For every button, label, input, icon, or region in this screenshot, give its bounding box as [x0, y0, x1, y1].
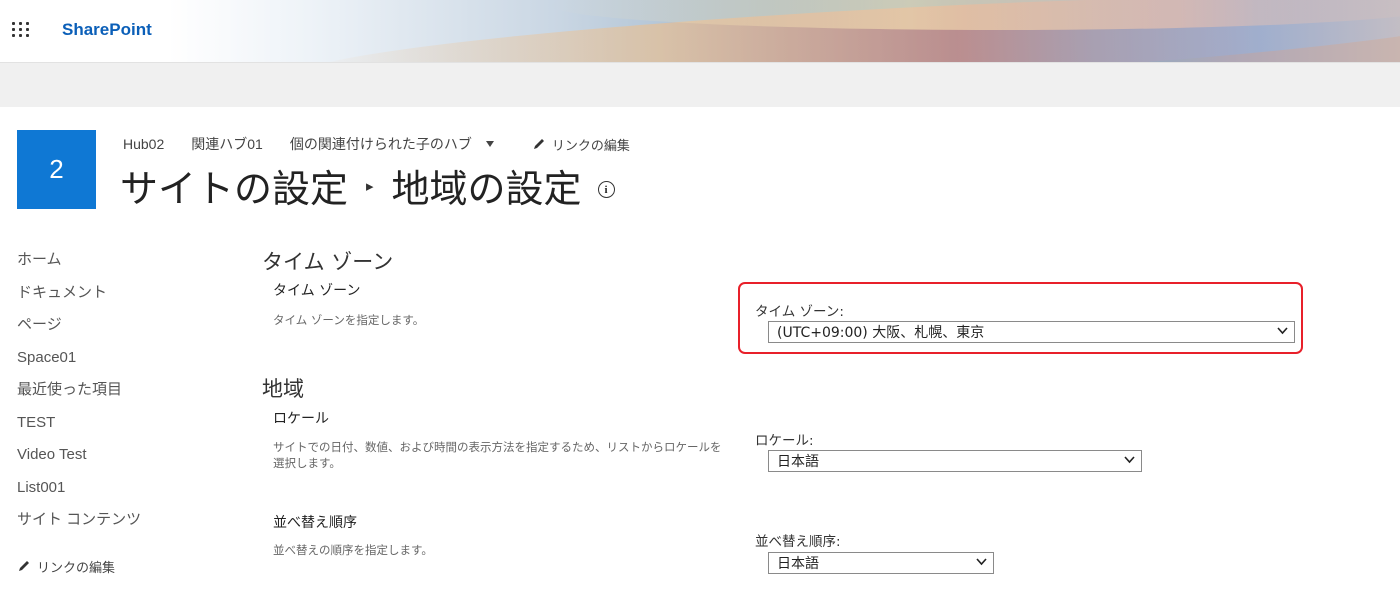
quick-launch: ホーム ドキュメント ページ Space01 最近使った項目 TEST Vide…: [17, 252, 217, 576]
hub-navigation: Hub02 関連ハブ01 個の関連付けられた子のハブ リンクの編集: [123, 134, 630, 154]
label-sort-order: 並べ替え順序:: [755, 534, 841, 550]
info-icon[interactable]: i: [597, 181, 615, 198]
leftnav-item-recent[interactable]: 最近使った項目: [17, 382, 217, 415]
leftnav-item-space01[interactable]: Space01: [17, 349, 217, 383]
field-title-sort-order: 並べ替え順序: [273, 515, 357, 531]
leftnav-item-list001[interactable]: List001: [17, 479, 217, 513]
leftnav-item-pages[interactable]: ページ: [17, 317, 217, 350]
chevron-down-icon: [976, 558, 987, 566]
app-name-link[interactable]: SharePoint: [62, 20, 152, 40]
breadcrumb-separator-icon: ▸: [366, 176, 374, 195]
leftnav-item-video-test[interactable]: Video Test: [17, 447, 217, 480]
chevron-down-icon: [1277, 327, 1288, 335]
section-heading-region: 地域: [262, 377, 304, 401]
sort-order-select[interactable]: 日本語: [768, 552, 994, 574]
breadcrumb-current: 地域の設定: [391, 167, 582, 211]
timezone-select[interactable]: (UTC+09:00) 大阪、札幌、東京: [768, 321, 1295, 343]
edit-links-label: リンクの編集: [551, 137, 630, 153]
chevron-down-icon: [1124, 456, 1135, 464]
chevron-down-icon[interactable]: [485, 141, 494, 147]
label-locale: ロケール:: [755, 433, 814, 449]
page-title: サイトの設定 ▸ 地域の設定 i: [120, 158, 615, 213]
leftnav-item-site-contents[interactable]: サイト コンテンツ: [17, 512, 217, 545]
label-timezone: タイム ゾーン:: [755, 304, 844, 320]
app-launcher-icon[interactable]: [12, 22, 32, 40]
locale-select-value: 日本語: [777, 454, 819, 470]
pencil-icon: [19, 561, 29, 571]
breadcrumb-parent[interactable]: サイトの設定: [120, 158, 348, 213]
field-description-sort-order: 並べ替えの順序を指定します。: [273, 543, 433, 557]
pencil-icon: [533, 139, 544, 149]
sort-order-select-value: 日本語: [777, 556, 819, 572]
site-logo[interactable]: 2: [17, 130, 96, 209]
field-description-timezone: タイム ゾーンを指定します。: [273, 313, 425, 327]
leftnav-item-test[interactable]: TEST: [17, 414, 217, 448]
timezone-select-value: (UTC+09:00) 大阪、札幌、東京: [777, 325, 985, 341]
hub-nav-item[interactable]: 関連ハブ01: [191, 134, 263, 154]
command-bar-area: [0, 62, 1400, 107]
field-title-locale: ロケール: [273, 411, 329, 427]
field-title-timezone: タイム ゾーン: [273, 283, 361, 299]
hub-nav-item[interactable]: 個の関連付けられた子のハブ: [290, 134, 472, 154]
locale-select[interactable]: 日本語: [768, 450, 1142, 472]
suite-bar: SharePoint: [0, 0, 1400, 62]
section-heading-timezone: タイム ゾーン: [262, 250, 394, 274]
field-description-locale: サイトでの日付、数値、および時間の表示方法を指定するため、リストからロケールを選…: [273, 440, 722, 470]
leftnav-edit-links-button[interactable]: リンクの編集: [17, 557, 217, 576]
edit-links-label: リンクの編集: [37, 559, 116, 575]
hub-nav-item[interactable]: Hub02: [123, 136, 164, 152]
edit-links-button[interactable]: リンクの編集: [532, 135, 630, 154]
leftnav-item-home[interactable]: ホーム: [17, 252, 217, 285]
leftnav-item-documents[interactable]: ドキュメント: [17, 284, 217, 318]
